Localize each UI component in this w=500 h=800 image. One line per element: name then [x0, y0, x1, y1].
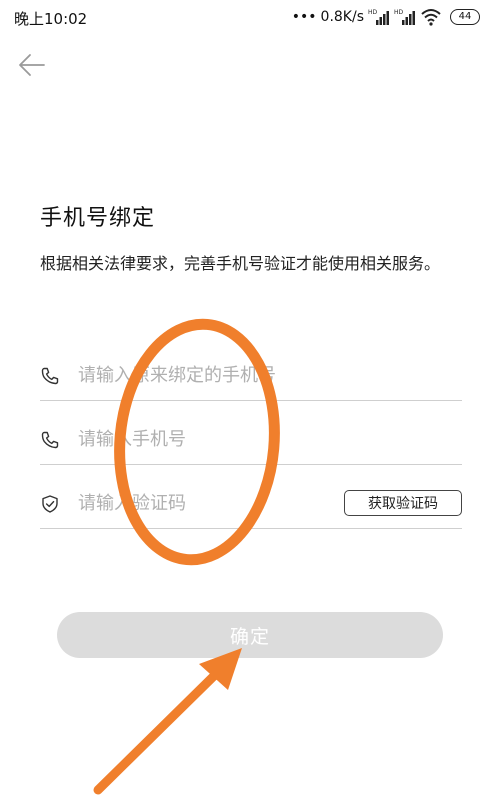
verification-code-row: 获取验证码 — [40, 472, 462, 529]
network-speed: 0.8K/s — [320, 9, 364, 25]
phone-icon — [41, 431, 59, 449]
status-bar: 晚上10:02 ••• 0.8K/s HD HD 44 — [0, 0, 500, 34]
svg-text:HD: HD — [394, 9, 404, 16]
status-time: 晚上10:02 — [14, 10, 88, 28]
get-code-button[interactable]: 获取验证码 — [344, 490, 462, 516]
wifi-icon — [421, 9, 441, 26]
page-description: 根据相关法律要求，完善手机号验证才能使用相关服务。 — [40, 254, 441, 273]
page-title: 手机号绑定 — [40, 206, 156, 231]
new-phone-row — [40, 408, 462, 465]
shield-check-icon — [42, 495, 58, 513]
verification-code-input[interactable] — [78, 488, 338, 518]
back-button[interactable] — [16, 50, 50, 80]
svg-text:HD: HD — [368, 9, 378, 16]
battery-icon: 44 — [450, 9, 480, 25]
battery-level: 44 — [458, 11, 472, 22]
signal-hd-icon: HD — [368, 9, 389, 25]
new-phone-input[interactable] — [78, 424, 378, 454]
original-phone-row — [40, 344, 462, 401]
annotation-arrow-shaft — [93, 663, 227, 795]
phone-icon — [41, 367, 59, 385]
confirm-button[interactable]: 确定 — [57, 612, 443, 658]
signal-hd-icon: HD — [394, 9, 415, 25]
network-dots-icon: ••• — [291, 9, 317, 25]
original-phone-input[interactable] — [78, 360, 378, 390]
arrow-left-icon — [19, 54, 45, 76]
status-indicators: ••• 0.8K/s HD HD 44 — [292, 6, 480, 28]
